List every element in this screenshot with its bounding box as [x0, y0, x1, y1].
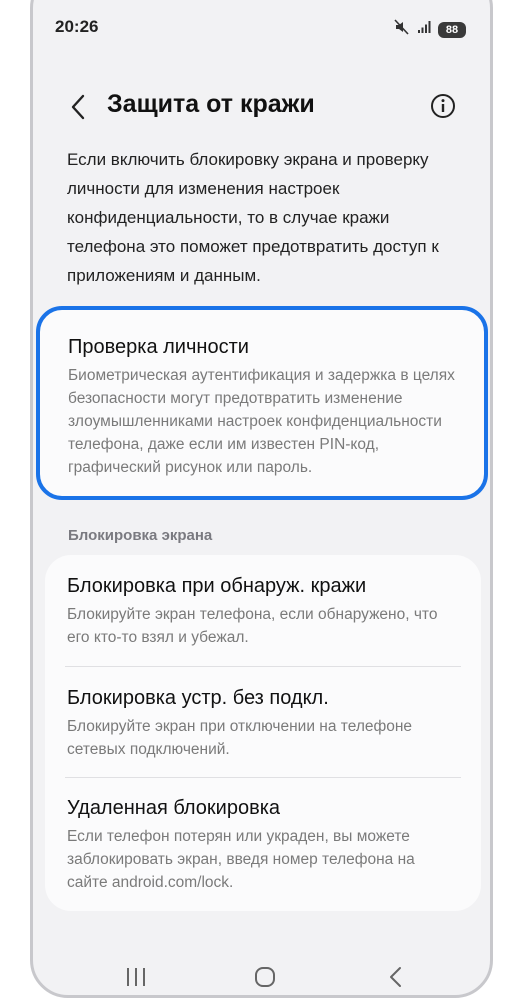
- status-time: 20:26: [55, 17, 99, 36]
- screen-lock-card: Блокировка при обнаруж. кражи Блокируйте…: [45, 555, 481, 911]
- identity-check-description: Биометрическая аутентификация и задержка…: [68, 367, 455, 476]
- navigation-bar: [33, 963, 490, 995]
- list-item-description: Блокируйте экран при отключении на телеф…: [67, 718, 413, 758]
- identity-check-item[interactable]: Проверка личности Биометрическая аутенти…: [68, 334, 462, 479]
- list-item-title: Блокировка при обнаруж. кражи: [67, 575, 367, 597]
- status-bar: 20:26 88: [33, 11, 490, 43]
- divider: [65, 777, 461, 778]
- recent-apps-button[interactable]: [116, 963, 156, 995]
- phone-frame: 20:26 88 Защита от кражи Если включить б…: [30, 0, 493, 998]
- battery-icon: 88: [438, 21, 466, 38]
- intro-text: Если включить блокировку экрана и провер…: [67, 150, 439, 285]
- status-icons: 88: [394, 19, 466, 40]
- divider: [65, 666, 461, 667]
- page-title: Защита от кражи: [107, 90, 315, 118]
- list-item-theft-lock[interactable]: Блокировка при обнаруж. кражи Блокируйте…: [67, 573, 459, 649]
- info-button[interactable]: [428, 93, 458, 123]
- section-label-screen-lock: Блокировка экрана: [68, 527, 213, 544]
- list-item-title: Удаленная блокировка: [67, 797, 281, 819]
- app-header: Защита от кражи: [33, 78, 490, 138]
- chevron-left-icon: [70, 94, 86, 125]
- nav-back-button[interactable]: [375, 963, 415, 995]
- identity-check-card[interactable]: Проверка личности Биометрическая аутенти…: [36, 306, 488, 500]
- list-item-description: Блокируйте экран телефона, если обнаруже…: [67, 606, 438, 646]
- list-item-description: Если телефон потерян или украден, вы мож…: [67, 828, 415, 891]
- home-button[interactable]: [245, 963, 285, 995]
- list-item-title: Блокировка устр. без подкл.: [67, 687, 329, 709]
- list-item-remote-lock[interactable]: Удаленная блокировка Если телефон потеря…: [67, 795, 459, 894]
- list-item-offline-lock[interactable]: Блокировка устр. без подкл. Блокируйте э…: [67, 685, 459, 761]
- home-icon: [254, 966, 276, 993]
- identity-check-title: Проверка личности: [68, 336, 249, 358]
- mute-icon: [394, 19, 410, 40]
- signal-icon: [417, 20, 431, 39]
- back-button[interactable]: [63, 92, 93, 126]
- info-icon: [430, 93, 456, 124]
- back-icon: [388, 966, 402, 993]
- recent-apps-icon: [125, 967, 147, 992]
